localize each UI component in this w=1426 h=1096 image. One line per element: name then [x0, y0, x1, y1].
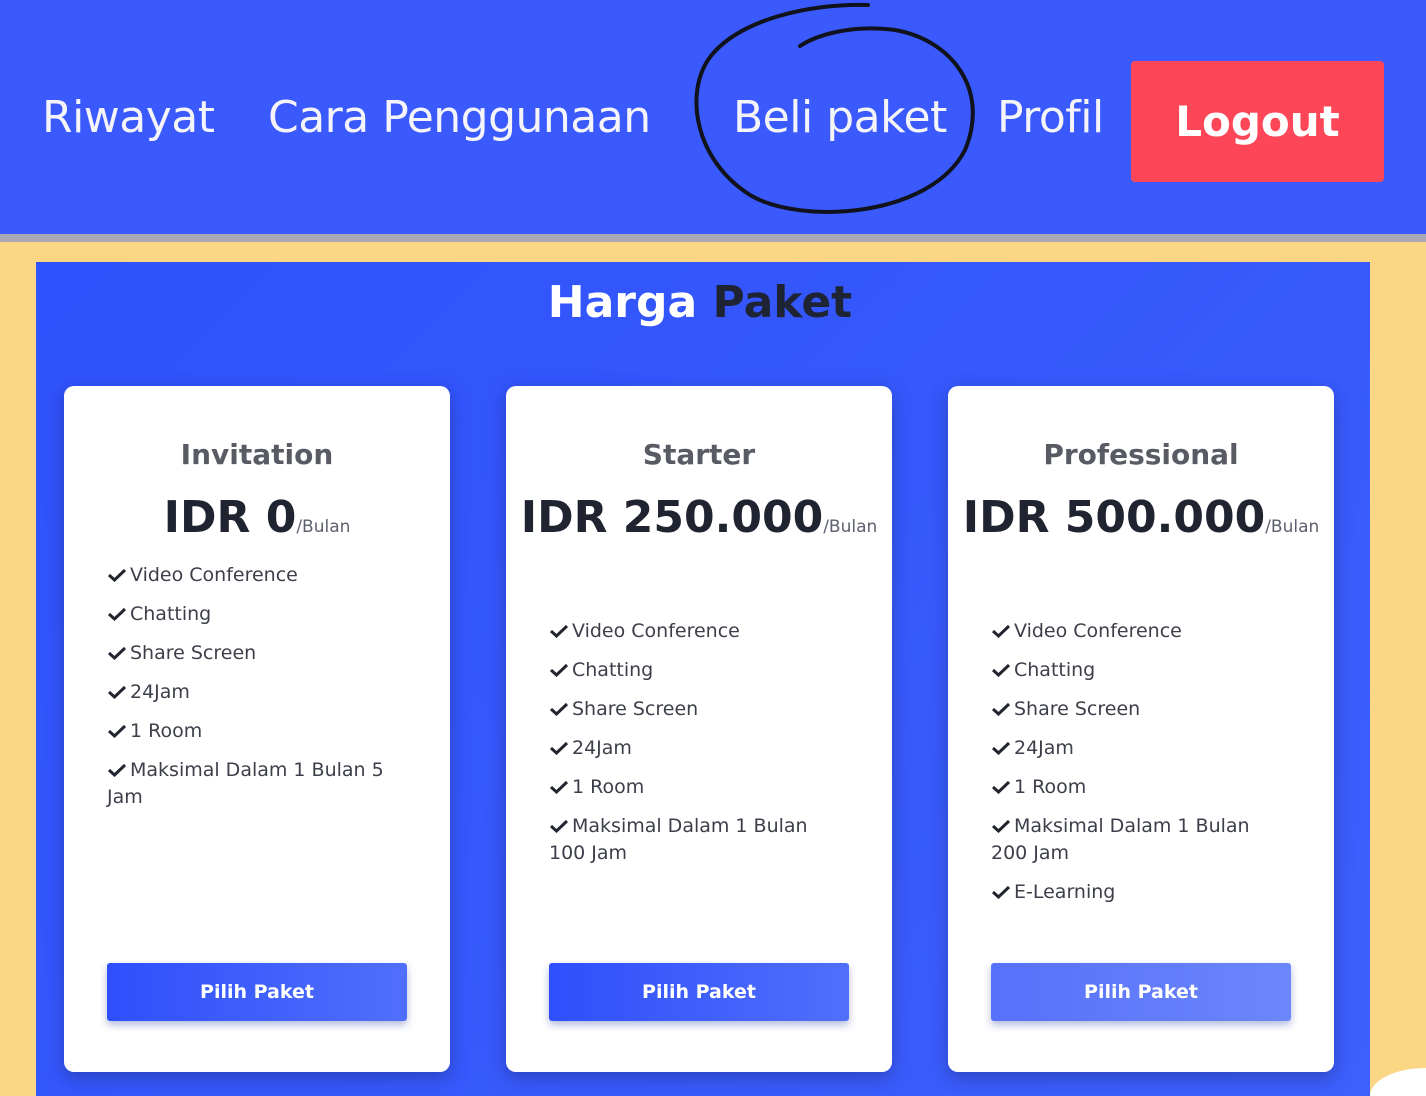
title-word-harga: Harga: [547, 277, 698, 328]
nav-item-profil[interactable]: Profil: [997, 92, 1104, 144]
choose-plan-button[interactable]: Pilih Paket: [107, 963, 407, 1021]
plan-name: Professional: [1043, 438, 1239, 471]
check-icon: [991, 624, 1011, 638]
feature-item: Chatting: [991, 657, 1291, 684]
feature-item: 1 Room: [549, 774, 849, 801]
feature-item: 24Jam: [991, 735, 1291, 762]
plan-card-professional: Professional IDR 500.000/Bulan Video Con…: [948, 386, 1334, 1072]
check-icon: [991, 885, 1011, 899]
plan-price-amount: IDR 250.000: [520, 492, 824, 543]
check-icon: [107, 685, 127, 699]
feature-item: 1 Room: [991, 774, 1291, 801]
check-icon: [107, 763, 127, 777]
logout-button[interactable]: Logout: [1131, 61, 1384, 182]
plan-price-amount: IDR 500.000: [962, 492, 1266, 543]
check-icon: [991, 702, 1011, 716]
plan-card-starter: Starter IDR 250.000/Bulan Video Conferen…: [506, 386, 892, 1072]
check-icon: [991, 741, 1011, 755]
plan-price-amount: IDR 0: [163, 492, 297, 543]
plan-price-period: /Bulan: [823, 517, 878, 537]
check-icon: [549, 624, 569, 638]
feature-item: Share Screen: [991, 696, 1291, 723]
feature-list: Video Conference Chatting Share Screen 2…: [107, 562, 407, 823]
feature-item: E-Learning: [991, 879, 1291, 906]
plan-price-period: /Bulan: [1265, 517, 1320, 537]
plan-price: IDR 250.000/Bulan: [506, 490, 892, 555]
pricing-section-title: Harga Paket: [0, 276, 1400, 330]
check-icon: [991, 663, 1011, 677]
title-word-paket: Paket: [712, 277, 853, 328]
feature-item: Video Conference: [107, 562, 407, 589]
plan-price: IDR 500.000/Bulan: [948, 490, 1334, 555]
choose-plan-button[interactable]: Pilih Paket: [549, 963, 849, 1021]
check-icon: [991, 819, 1011, 833]
check-icon: [107, 607, 127, 621]
feature-list: Video Conference Chatting Share Screen 2…: [991, 618, 1291, 918]
feature-item: 24Jam: [549, 735, 849, 762]
plan-name: Invitation: [180, 438, 334, 471]
check-icon: [549, 702, 569, 716]
plan-price: IDR 0/Bulan: [64, 490, 450, 555]
nav-item-cara-penggunaan[interactable]: Cara Penggunaan: [268, 92, 651, 144]
nav-item-beli-paket[interactable]: Beli paket: [733, 92, 947, 144]
nav-item-riwayat[interactable]: Riwayat: [42, 92, 215, 144]
plan-card-invitation: Invitation IDR 0/Bulan Video Conference …: [64, 386, 450, 1072]
feature-item: 1 Room: [107, 718, 407, 745]
feature-list: Video Conference Chatting Share Screen 2…: [549, 618, 849, 879]
check-icon: [107, 646, 127, 660]
feature-item: Maksimal Dalam 1 Bulan 100 Jam: [549, 815, 808, 864]
feature-item: 24Jam: [107, 679, 407, 706]
check-icon: [549, 780, 569, 794]
check-icon: [549, 819, 569, 833]
check-icon: [991, 780, 1011, 794]
feature-item: Share Screen: [549, 696, 849, 723]
plan-price-period: /Bulan: [296, 517, 351, 537]
feature-item: Maksimal Dalam 1 Bulan 5 Jam: [107, 759, 384, 808]
feature-item: Chatting: [107, 601, 407, 628]
decorative-wave: [1370, 1068, 1426, 1096]
feature-item: Video Conference: [991, 618, 1291, 645]
check-icon: [107, 724, 127, 738]
feature-item: Chatting: [549, 657, 849, 684]
check-icon: [549, 663, 569, 677]
feature-item: Share Screen: [107, 640, 407, 667]
check-icon: [107, 568, 127, 582]
feature-item: Maksimal Dalam 1 Bulan 200 Jam: [991, 815, 1250, 864]
top-navbar: Riwayat Cara Penggunaan Beli paket Profi…: [0, 0, 1426, 242]
feature-item: Video Conference: [549, 618, 849, 645]
choose-plan-button[interactable]: Pilih Paket: [991, 963, 1291, 1021]
plan-name: Starter: [642, 438, 756, 471]
check-icon: [549, 741, 569, 755]
